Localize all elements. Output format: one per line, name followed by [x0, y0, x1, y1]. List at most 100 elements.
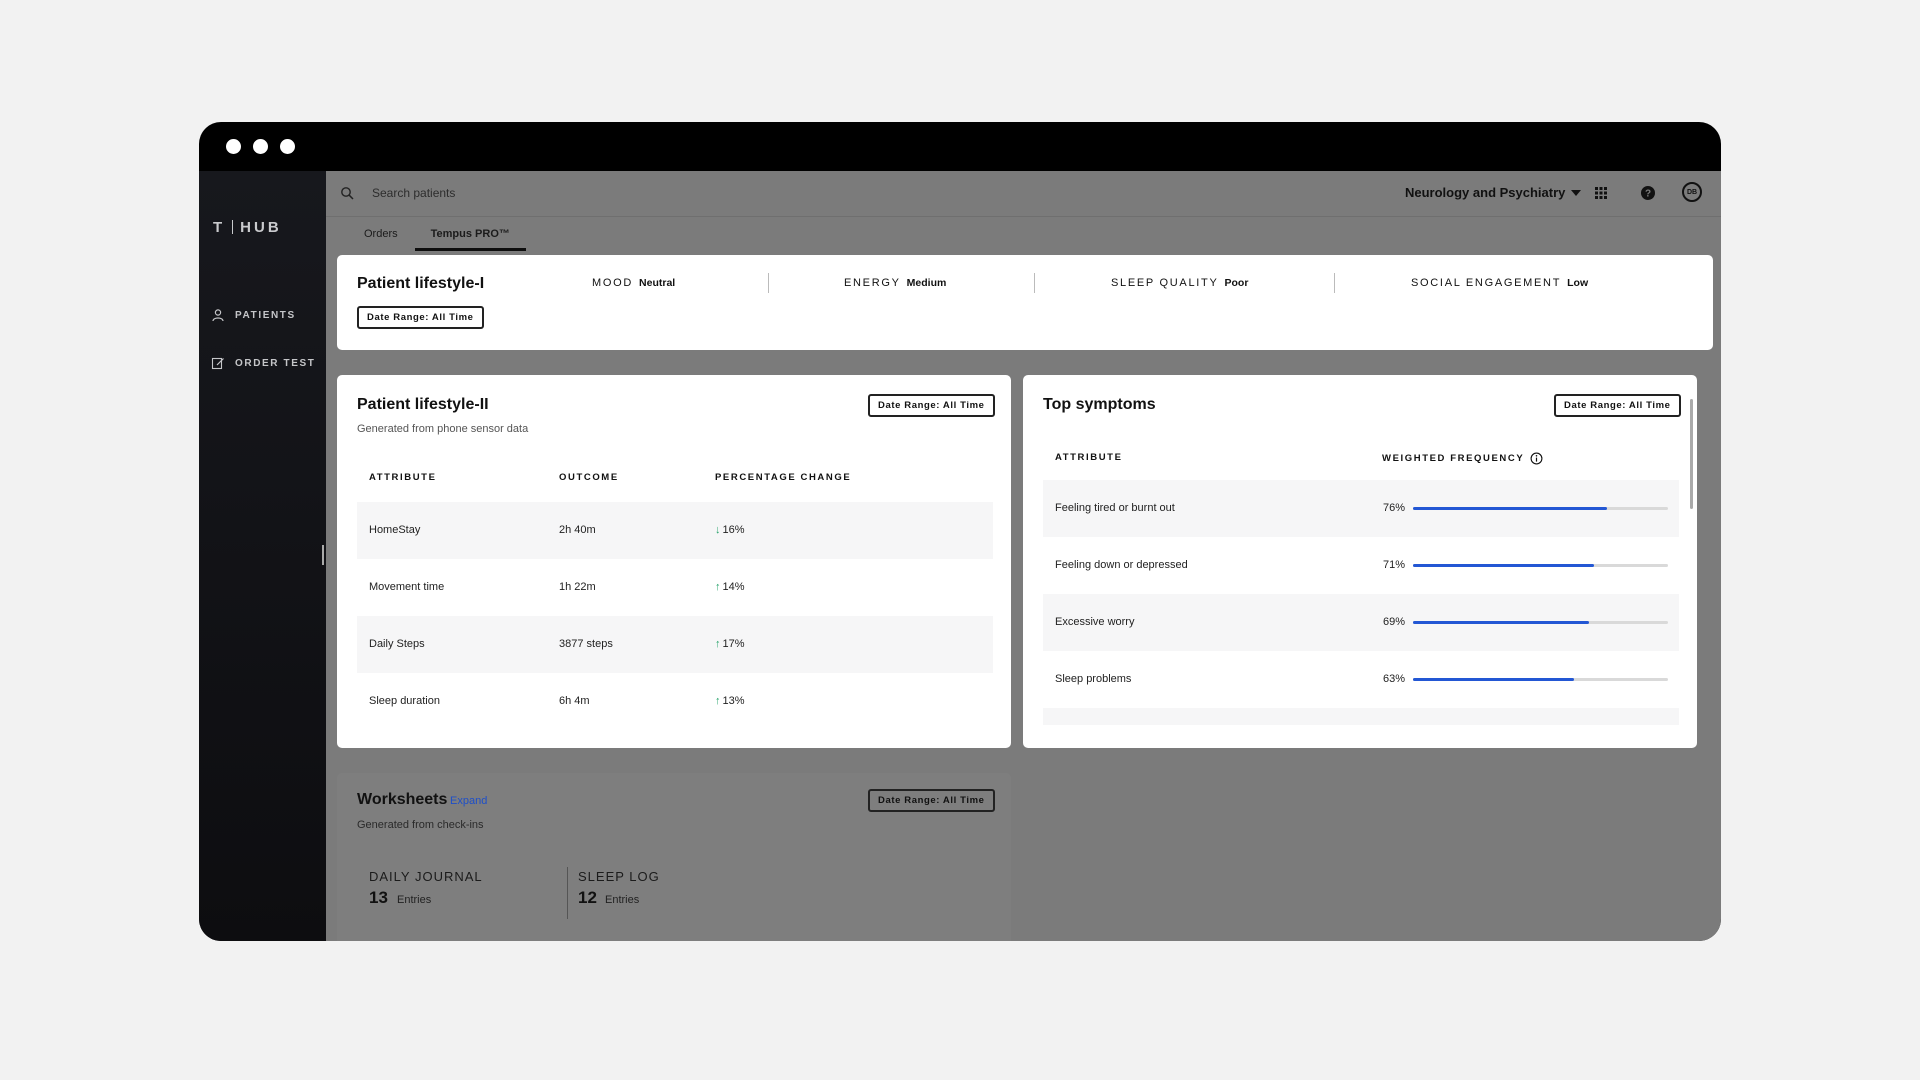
- tab-bar: Orders Tempus PRO™: [364, 228, 549, 251]
- daily-journal-unit: Entries: [397, 894, 432, 906]
- column-header-attribute[interactable]: ATTRIBUTE: [1055, 452, 1123, 463]
- daily-journal-label[interactable]: DAILY JOURNAL: [369, 869, 483, 884]
- column-header-percentage-change[interactable]: PERCENTAGE CHANGE: [715, 472, 851, 483]
- metric-divider: [1334, 273, 1335, 293]
- arrow-up-icon: ↑: [715, 695, 721, 707]
- frequency-bar-track: [1413, 621, 1668, 624]
- tab-orders[interactable]: Orders: [364, 228, 398, 251]
- person-icon: [212, 309, 224, 322]
- cell-outcome: 6h 4m: [559, 695, 590, 707]
- symptom-percent: 76%: [1383, 502, 1406, 514]
- symptom-label: Feeling tired or burnt out: [1055, 502, 1175, 514]
- symptom-percent: 63%: [1383, 673, 1406, 685]
- sidebar-collapse-handle[interactable]: [322, 545, 324, 565]
- window-minimize-dot[interactable]: [253, 139, 268, 154]
- info-icon[interactable]: [1530, 452, 1543, 465]
- frequency-bar-track: [1413, 564, 1668, 567]
- expand-link[interactable]: Expand: [450, 795, 487, 807]
- date-range-button[interactable]: Date Range: All Time: [868, 394, 995, 417]
- logo-divider: [232, 220, 234, 234]
- symptom-percent: 71%: [1383, 559, 1406, 571]
- date-range-button[interactable]: Date Range: All Time: [868, 789, 995, 812]
- sleep-log-unit: Entries: [605, 894, 640, 906]
- column-header-outcome[interactable]: OUTCOME: [559, 472, 619, 483]
- logo-text: HUB: [240, 219, 282, 236]
- metric-label: ENERGY: [844, 277, 901, 289]
- search-input[interactable]: [372, 183, 672, 203]
- app-logo[interactable]: T HUB: [213, 219, 282, 236]
- card-title: Patient lifestyle-II: [357, 396, 489, 413]
- card-title: Top symptoms: [1043, 396, 1156, 413]
- cell-attribute: Daily Steps: [369, 638, 425, 650]
- window-close-dot[interactable]: [226, 139, 241, 154]
- sleep-log-count: 12: [578, 888, 597, 907]
- list-item[interactable]: Sleep problems 63%: [1043, 651, 1679, 708]
- card-title: Worksheets: [357, 791, 448, 808]
- list-item[interactable]: Feeling down or depressed 71%: [1043, 537, 1679, 594]
- cell-attribute: Movement time: [369, 581, 445, 593]
- tab-tempus-pro[interactable]: Tempus PRO™: [414, 228, 526, 251]
- patient-lifestyle-1-card: Patient lifestyle-I Date Range: All Time…: [337, 255, 1713, 350]
- apps-grid-icon[interactable]: [1593, 185, 1609, 201]
- table-row[interactable]: Daily Steps 3877 steps ↑ 17%: [357, 616, 993, 673]
- department-dropdown[interactable]: Neurology and Psychiatry: [1405, 185, 1582, 200]
- cell-outcome: 3877 steps: [559, 638, 613, 650]
- scrollbar[interactable]: [1690, 399, 1693, 509]
- cell-attribute: HomeStay: [369, 524, 421, 536]
- frequency-bar-track: [1413, 507, 1668, 510]
- window-maximize-dot[interactable]: [280, 139, 295, 154]
- list-item[interactable]: Excessive worry 69%: [1043, 594, 1679, 651]
- worksheets-card: Worksheets Expand Generated from check-i…: [337, 773, 1011, 941]
- cell-outcome: 1h 22m: [559, 581, 596, 593]
- sidebar: T HUB PATIENTS ORDER TEST: [199, 171, 326, 941]
- symptom-percent: 69%: [1383, 616, 1406, 628]
- app-shell: T HUB PATIENTS ORDER TEST Neurology and P…: [199, 171, 1721, 941]
- table-row[interactable]: HomeStay 2h 40m ↓ 16%: [357, 502, 993, 559]
- help-icon[interactable]: ?: [1640, 185, 1656, 201]
- metric-divider: [768, 273, 769, 293]
- date-range-button[interactable]: Date Range: All Time: [1554, 394, 1681, 417]
- metric-label: SLEEP QUALITY: [1111, 277, 1219, 289]
- cell-change: ↑ 14%: [715, 581, 745, 593]
- metric-label: MOOD: [592, 277, 634, 289]
- card-title: Patient lifestyle-I: [357, 275, 485, 292]
- sidebar-item-patients[interactable]: PATIENTS: [211, 308, 296, 322]
- sidebar-item-order-test[interactable]: ORDER TEST: [211, 356, 315, 370]
- metric-mood: MOOD Neutral: [592, 277, 675, 289]
- metric-label: SOCIAL ENGAGEMENT: [1411, 277, 1562, 289]
- column-header-label: WEIGHTED FREQUENCY: [1382, 453, 1525, 464]
- top-symptoms-card: Top symptoms Date Range: All Time ATTRIB…: [1023, 375, 1697, 748]
- frequency-bar: [1413, 678, 1574, 681]
- top-bar: Neurology and Psychiatry ? DB: [326, 171, 1721, 217]
- browser-window: T HUB PATIENTS ORDER TEST Neurology and P…: [199, 122, 1721, 941]
- sidebar-item-label: ORDER TEST: [235, 357, 316, 369]
- metric-value: Neutral: [639, 277, 676, 289]
- list-item[interactable]: Feeling tired or burnt out 76%: [1043, 480, 1679, 537]
- date-range-button[interactable]: Date Range: All Time: [357, 306, 484, 329]
- arrow-up-icon: ↑: [715, 638, 721, 650]
- chevron-down-icon: [1571, 189, 1582, 196]
- cell-outcome: 2h 40m: [559, 524, 596, 536]
- table-row[interactable]: Movement time 1h 22m ↑ 14%: [357, 559, 993, 616]
- column-header-weighted-frequency[interactable]: WEIGHTED FREQUENCY: [1382, 452, 1543, 465]
- window-titlebar: [199, 122, 1721, 171]
- arrow-up-icon: ↑: [715, 581, 721, 593]
- metric-value: Poor: [1224, 277, 1249, 289]
- sidebar-item-label: PATIENTS: [235, 309, 296, 321]
- patient-lifestyle-2-card: Patient lifestyle-II Generated from phon…: [337, 375, 1011, 748]
- symptom-label: Excessive worry: [1055, 616, 1135, 628]
- change-value: 13%: [722, 695, 745, 707]
- card-subtitle: Generated from phone sensor data: [357, 423, 529, 435]
- list-item[interactable]: [1043, 708, 1679, 725]
- sleep-log-label[interactable]: SLEEP LOG: [578, 869, 660, 884]
- frequency-bar: [1413, 507, 1607, 510]
- avatar[interactable]: DB: [1682, 182, 1702, 202]
- column-header-attribute[interactable]: ATTRIBUTE: [369, 472, 437, 483]
- edit-icon: [211, 357, 224, 370]
- svg-text:?: ?: [1645, 189, 1651, 200]
- logo-mark: T: [213, 219, 226, 236]
- metric-divider: [1034, 273, 1035, 293]
- table-row[interactable]: Sleep duration 6h 4m ↑ 13%: [357, 673, 993, 730]
- search-icon: [341, 187, 354, 200]
- cell-change: ↑ 13%: [715, 695, 745, 707]
